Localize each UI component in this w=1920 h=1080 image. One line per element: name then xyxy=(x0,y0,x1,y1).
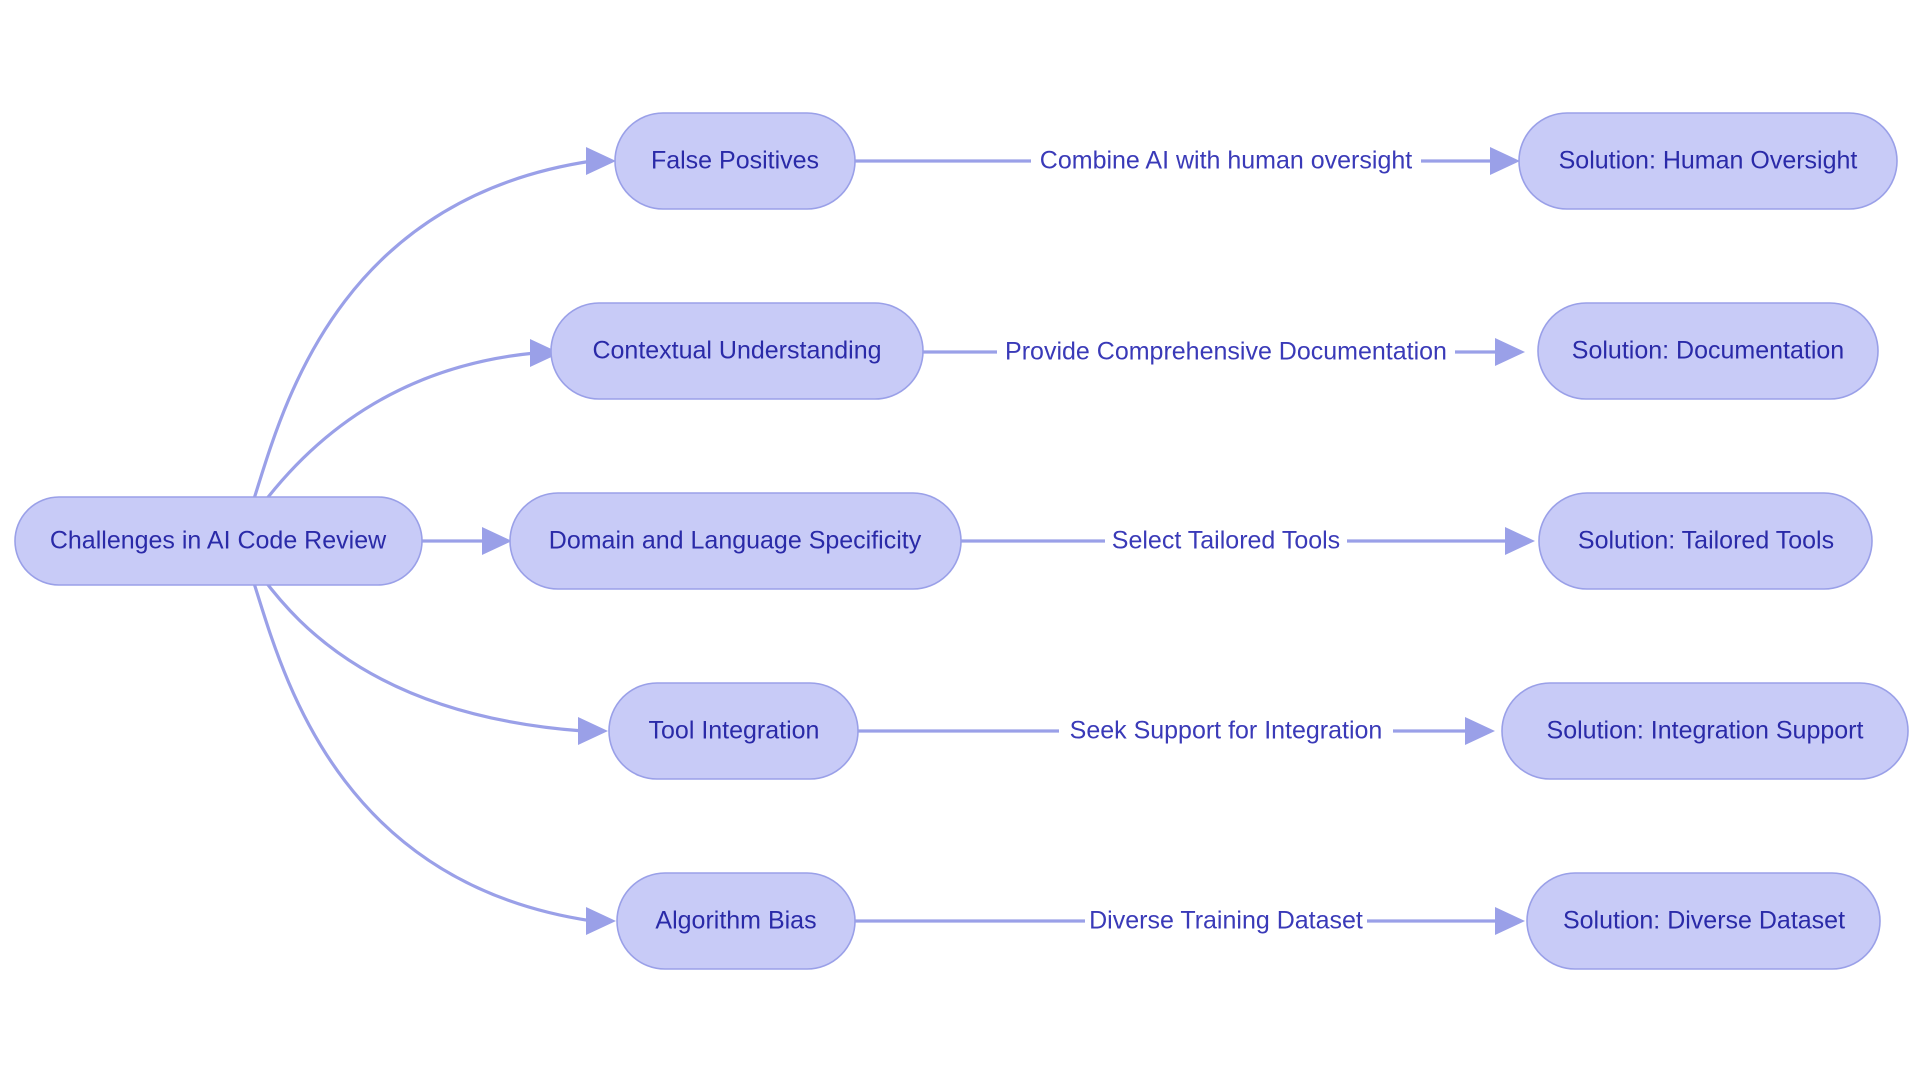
node-solution-integration-support[interactable]: Solution: Integration Support xyxy=(1501,682,1909,780)
arrow-head-icon xyxy=(1505,527,1535,555)
node-solution-tailored-tools[interactable]: Solution: Tailored Tools xyxy=(1538,492,1873,590)
edge-label-text: Seek Support for Integration xyxy=(1070,717,1383,745)
arrow-head-icon xyxy=(1465,717,1495,745)
node-label: Solution: Human Oversight xyxy=(1559,147,1858,175)
node-challenge-false-positives[interactable]: False Positives xyxy=(614,112,856,210)
node-solution-documentation[interactable]: Solution: Documentation xyxy=(1537,302,1879,400)
arrow-head-icon xyxy=(1490,147,1520,175)
edge-label-text: Diverse Training Dataset xyxy=(1089,907,1363,935)
node-label: Challenges in AI Code Review xyxy=(50,527,387,555)
node-label: Domain and Language Specificity xyxy=(549,527,922,555)
node-challenge-domain-language-specificity[interactable]: Domain and Language Specificity xyxy=(509,492,962,590)
edge-path xyxy=(250,575,594,923)
arrow-head-icon xyxy=(482,527,512,555)
node-solution-diverse-dataset[interactable]: Solution: Diverse Dataset xyxy=(1526,872,1881,970)
node-label: Tool Integration xyxy=(649,717,820,745)
arrow-head-icon xyxy=(578,717,608,745)
node-challenge-tool-integration[interactable]: Tool Integration xyxy=(608,682,859,780)
node-label: Solution: Documentation xyxy=(1572,337,1844,365)
edge-path xyxy=(260,575,585,733)
node-challenge-contextual-understanding[interactable]: Contextual Understanding xyxy=(550,302,924,400)
node-challenge-algorithm-bias[interactable]: Algorithm Bias xyxy=(616,872,856,970)
arrow-head-icon xyxy=(1495,338,1525,366)
edge-label-text: Provide Comprehensive Documentation xyxy=(1005,338,1447,366)
edge-path xyxy=(250,159,594,507)
edge-label-diverse-dataset: Diverse Training Dataset xyxy=(1085,900,1367,942)
edge-label-text: Combine AI with human oversight xyxy=(1040,147,1412,175)
arrow-head-icon xyxy=(1495,907,1525,935)
edge-root-to-algorithm-bias xyxy=(250,575,616,935)
node-label: Solution: Diverse Dataset xyxy=(1563,907,1845,935)
edge-label-tailored-tools: Select Tailored Tools xyxy=(1105,520,1347,562)
edge-label-documentation: Provide Comprehensive Documentation xyxy=(997,331,1455,373)
node-label: Solution: Tailored Tools xyxy=(1578,527,1834,555)
edge-root-to-tool-integration xyxy=(260,575,608,745)
node-root-challenges[interactable]: Challenges in AI Code Review xyxy=(14,496,423,586)
node-label: False Positives xyxy=(651,147,819,175)
edge-root-to-domain-language-specificity xyxy=(420,527,512,555)
flowchart-diagram: Combine AI with human oversight Provide … xyxy=(0,0,1920,1080)
arrow-head-icon xyxy=(586,907,616,935)
node-label: Solution: Integration Support xyxy=(1547,717,1864,745)
edge-label-text: Select Tailored Tools xyxy=(1112,527,1340,555)
node-solution-human-oversight[interactable]: Solution: Human Oversight xyxy=(1518,112,1898,210)
edge-label-integration-support: Seek Support for Integration xyxy=(1059,710,1393,752)
node-label: Contextual Understanding xyxy=(592,337,881,365)
arrow-head-icon xyxy=(586,147,616,175)
node-label: Algorithm Bias xyxy=(655,907,816,935)
edge-path xyxy=(260,351,537,507)
edge-label-human-oversight: Combine AI with human oversight xyxy=(1031,140,1421,182)
